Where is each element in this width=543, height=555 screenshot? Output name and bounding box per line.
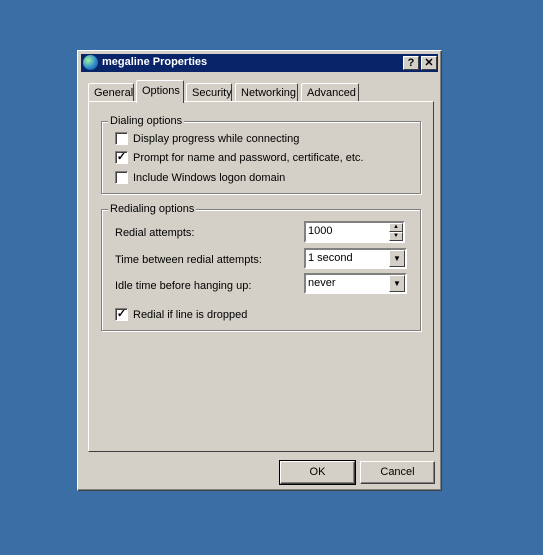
spinner-arrows: ▲ ▼ [389, 223, 403, 241]
tab-general[interactable]: General [88, 83, 134, 102]
include-logon-domain-label: Include Windows logon domain [133, 172, 286, 184]
properties-dialog: megaline Properties ? ✕ General Options … [77, 50, 442, 491]
dropdown-arrow-icon[interactable]: ▼ [389, 250, 405, 267]
redialing-options-label: Redialing options [108, 203, 197, 215]
idle-time-value: never [308, 277, 336, 289]
display-progress-label: Display progress while connecting [133, 133, 300, 145]
checkbox-box[interactable] [115, 132, 128, 145]
idle-time-select[interactable]: never ▼ [304, 273, 407, 294]
window-title: megaline Properties [102, 56, 208, 68]
help-button[interactable]: ? [403, 56, 419, 70]
tab-networking[interactable]: Networking [235, 83, 298, 102]
idle-time-label: Idle time before hanging up: [115, 280, 252, 292]
checkbox-box[interactable] [115, 171, 128, 184]
checkbox-box[interactable]: ✓ [115, 151, 128, 164]
cancel-button[interactable]: Cancel [360, 461, 435, 484]
dropdown-arrow-icon[interactable]: ▼ [389, 275, 405, 292]
time-between-value: 1 second [308, 252, 353, 264]
dialing-options-group: Dialing options Display progress while c… [101, 115, 421, 194]
redial-if-dropped-label: Redial if line is dropped [133, 309, 248, 321]
checkbox-box[interactable]: ✓ [115, 308, 128, 321]
network-globe-icon [83, 55, 98, 70]
tab-strip: General Options Security Networking Adva… [88, 80, 431, 103]
title-bar[interactable]: megaline Properties ? ✕ [81, 54, 438, 72]
close-button[interactable]: ✕ [421, 56, 437, 70]
tab-security[interactable]: Security [186, 83, 232, 102]
tab-advanced[interactable]: Advanced [301, 83, 359, 102]
tab-options[interactable]: Options [136, 80, 184, 103]
time-between-label: Time between redial attempts: [115, 254, 262, 266]
redial-attempts-label: Redial attempts: [115, 227, 195, 239]
options-panel: Dialing options Display progress while c… [88, 101, 434, 452]
time-between-select[interactable]: 1 second ▼ [304, 248, 407, 269]
redial-attempts-spinner[interactable]: 1000 ▲ ▼ [304, 221, 405, 243]
spin-down-icon[interactable]: ▼ [389, 232, 403, 241]
redial-attempts-value[interactable]: 1000 [308, 225, 332, 237]
dialing-options-label: Dialing options [108, 115, 185, 127]
prompt-name-password-label: Prompt for name and password, certificat… [133, 152, 364, 164]
ok-button[interactable]: OK [279, 460, 356, 485]
redialing-options-group: Redialing options Redial attempts: 1000 … [101, 203, 421, 331]
spin-up-icon[interactable]: ▲ [389, 223, 403, 232]
